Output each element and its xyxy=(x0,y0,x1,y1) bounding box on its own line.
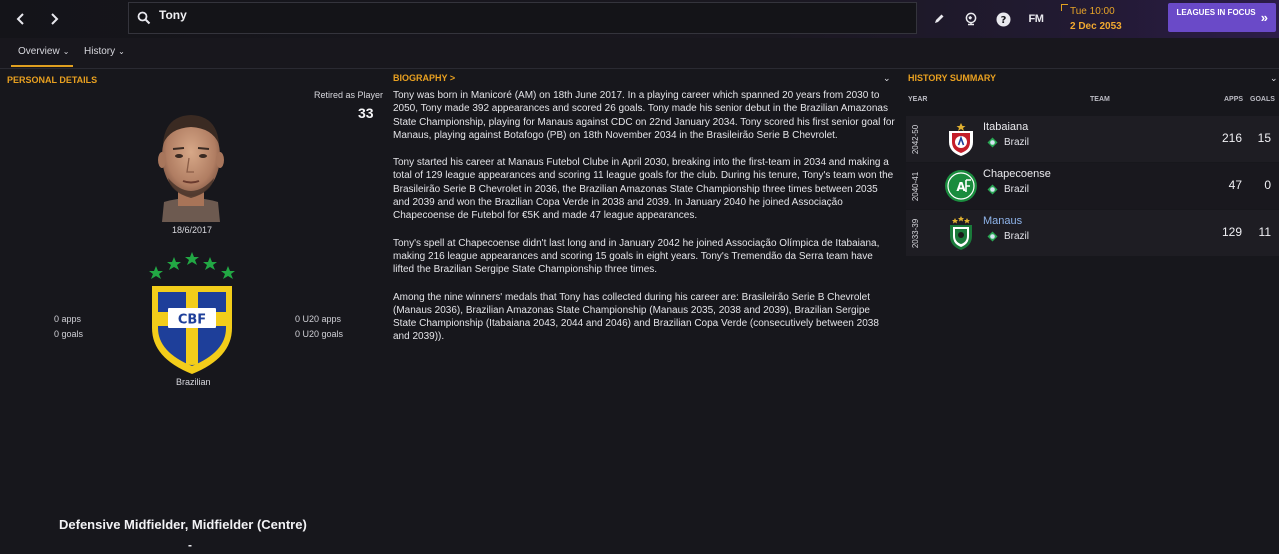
biography-paragraph: Tony's spell at Chapecoense didn't last … xyxy=(393,237,880,276)
game-time: Tue 10:00 xyxy=(1070,6,1115,17)
chevron-down-icon: ⌄ xyxy=(118,47,125,56)
brazil-flag-icon xyxy=(987,137,998,148)
biography-paragraph: Tony was born in Manicoré (AM) on 18th J… xyxy=(393,90,895,141)
biography-collapse-icon[interactable]: ⌄ xyxy=(883,73,891,84)
sub-tabs: Overview ⌄ History ⌄ xyxy=(0,38,1279,69)
history-apps: 129 xyxy=(1221,225,1242,239)
club-country: Brazil xyxy=(1004,184,1030,195)
search-icon xyxy=(137,11,151,25)
retired-label: Retired as Player xyxy=(314,90,384,100)
history-row[interactable]: 2040-41 A Chapecoense Brazil 47 0 xyxy=(906,163,1279,209)
positions-dash: - xyxy=(188,538,192,552)
col-header-team: TEAM xyxy=(1090,96,1110,103)
svg-text:?: ? xyxy=(1000,15,1006,26)
senior-apps: 0 apps xyxy=(54,314,82,324)
leagues-in-focus-button[interactable]: LEAGUES IN FOCUS » xyxy=(1168,3,1276,32)
search-input[interactable] xyxy=(159,8,859,22)
game-date[interactable]: Tue 10:00 2 Dec 2053 xyxy=(1061,4,1161,34)
svg-text:A: A xyxy=(956,180,966,194)
tab-history[interactable]: History ⌄ xyxy=(84,46,125,57)
history-apps: 47 xyxy=(1228,178,1242,192)
history-years: 2042-50 xyxy=(911,124,921,154)
manaus-badge-icon xyxy=(950,216,972,250)
player-positions: Defensive Midfielder, Midfielder (Centre… xyxy=(59,517,307,532)
history-goals: 15 xyxy=(1257,131,1271,145)
biography-text: Tony was born in Manicoré (AM) on 18th J… xyxy=(393,89,895,358)
history-row[interactable]: 2042-50 Itabaiana Brazil 216 15 xyxy=(906,116,1279,162)
history-collapse-icon[interactable]: ⌄ xyxy=(1270,73,1278,84)
game-day: 2 Dec 2053 xyxy=(1070,21,1122,32)
active-tab-indicator xyxy=(11,65,73,67)
history-goals: 0 xyxy=(1264,178,1271,192)
history-years: 2040-41 xyxy=(911,171,921,201)
u20-goals: 0 U20 goals xyxy=(295,329,344,339)
date-of-birth: 18/6/2017 xyxy=(172,225,213,235)
history-years: 2033-39 xyxy=(911,218,921,248)
chevron-left-icon xyxy=(16,13,24,25)
player-face-avatar xyxy=(158,115,224,222)
leagues-in-focus-label: LEAGUES IN FOCUS xyxy=(1176,8,1256,17)
fm-logo[interactable]: FM xyxy=(1026,10,1046,28)
chevron-down-icon: ⌄ xyxy=(62,47,70,56)
club-name-link[interactable]: Itabaiana xyxy=(983,121,1028,133)
itabaiana-badge-icon xyxy=(949,123,973,156)
personal-details-title: PERSONAL DETAILS xyxy=(7,75,98,85)
globe-icon xyxy=(965,12,977,26)
club-name-link[interactable]: Chapecoense xyxy=(983,168,1051,180)
nationality: Brazilian xyxy=(176,377,211,387)
u20-apps: 0 U20 apps xyxy=(295,314,342,324)
date-corner-decoration xyxy=(1061,4,1068,11)
history-summary-title: HISTORY SUMMARY xyxy=(908,73,997,83)
biography-title-link[interactable]: BIOGRAPHY > xyxy=(393,73,455,83)
col-header-year: YEAR xyxy=(908,96,928,103)
search-box[interactable] xyxy=(128,2,917,34)
pencil-icon xyxy=(935,14,944,23)
help-button[interactable]: ? xyxy=(995,10,1011,28)
edit-button[interactable] xyxy=(932,10,946,28)
tab-overview[interactable]: Overview ⌄ xyxy=(18,46,69,57)
world-button[interactable] xyxy=(963,10,979,28)
senior-goals: 0 goals xyxy=(54,329,84,339)
col-header-goals: GOALS xyxy=(1250,96,1275,103)
forward-button[interactable] xyxy=(43,8,65,30)
top-bar: ? FM Tue 10:00 2 Dec 2053 LEAGUES IN FOC… xyxy=(0,0,1279,38)
col-header-apps: APPS xyxy=(1224,96,1244,103)
chevron-right-icon xyxy=(51,13,59,25)
cbf-crest-icon: CBF xyxy=(149,252,235,374)
retired-age: 33 xyxy=(358,105,374,121)
tab-overview-label: Overview xyxy=(18,46,60,57)
tab-history-label: History xyxy=(84,46,116,57)
double-chevron-right-icon: » xyxy=(1260,10,1268,25)
brazil-flag-icon xyxy=(987,231,998,242)
club-country: Brazil xyxy=(1004,137,1030,148)
biography-paragraph: Tony started his career at Manaus Futebo… xyxy=(393,157,894,222)
history-row[interactable]: 2033-39 Manaus Brazil 129 11 xyxy=(906,210,1279,256)
crest-text: CBF xyxy=(178,313,206,328)
history-goals: 11 xyxy=(1258,225,1271,239)
back-button[interactable] xyxy=(10,8,32,30)
club-name-link[interactable]: Manaus xyxy=(983,215,1022,227)
club-country: Brazil xyxy=(1004,231,1030,242)
history-apps: 216 xyxy=(1221,131,1242,145)
brazil-flag-icon xyxy=(987,184,998,195)
biography-paragraph: Among the nine winners' medals that Tony… xyxy=(393,291,879,343)
help-icon: ? xyxy=(996,12,1010,26)
chapecoense-badge-icon: A xyxy=(945,170,977,202)
